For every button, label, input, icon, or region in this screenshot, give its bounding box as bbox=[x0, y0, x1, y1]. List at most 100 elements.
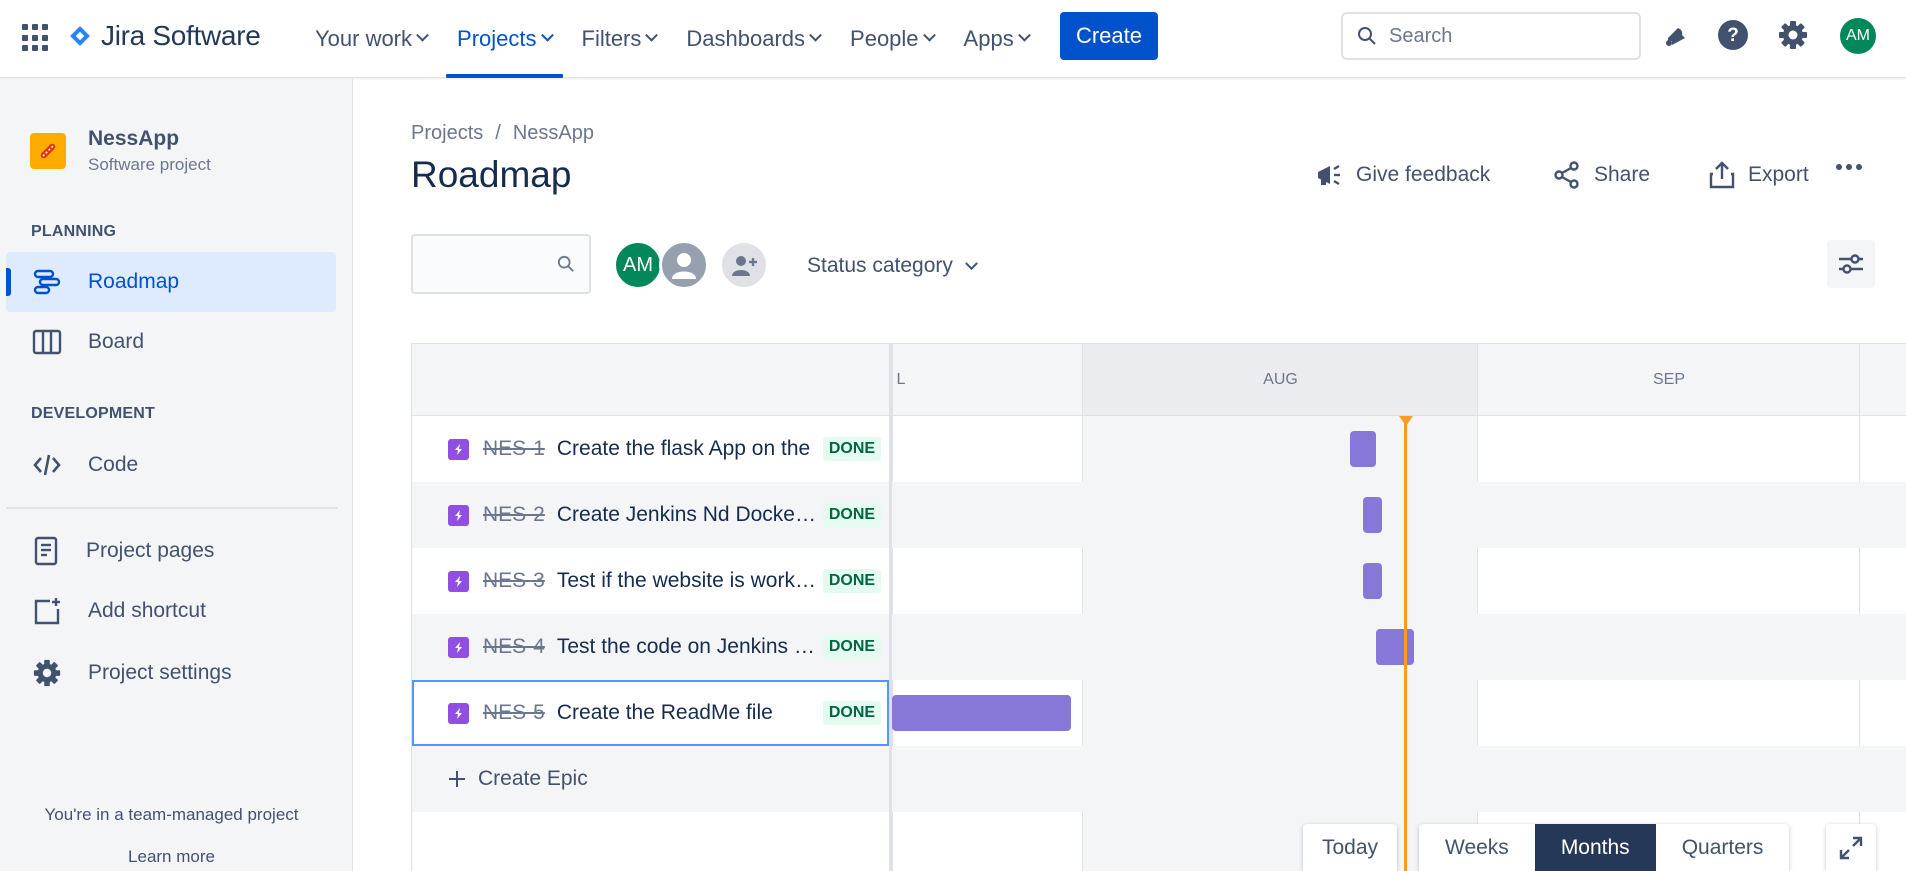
today-marker bbox=[1404, 416, 1407, 871]
epic-bar-nes-1[interactable] bbox=[1350, 431, 1376, 467]
epic-icon bbox=[448, 702, 469, 724]
create-epic-row: Create Epic bbox=[412, 746, 1906, 812]
sidebar-item-roadmap[interactable]: Roadmap bbox=[6, 252, 336, 312]
nav-apps[interactable]: Apps bbox=[949, 0, 1044, 78]
issue-summary: Test the code on Jenkins (CI) bbox=[556, 635, 819, 658]
project-header[interactable]: NessApp Software project bbox=[30, 127, 211, 175]
more-actions-icon[interactable] bbox=[1836, 164, 1862, 170]
zoom-segmented-control: Weeks Months Quarters bbox=[1419, 824, 1790, 871]
roadmap-icon bbox=[33, 269, 61, 295]
nav-label: People bbox=[850, 26, 919, 51]
nav-filters[interactable]: Filters bbox=[567, 0, 672, 78]
zoom-quarters-button[interactable]: Quarters bbox=[1656, 824, 1790, 871]
share-button[interactable]: Share bbox=[1552, 160, 1650, 190]
view-settings-icon[interactable] bbox=[1827, 240, 1875, 288]
status-category-filter[interactable]: Status category bbox=[807, 254, 978, 278]
avatar-filter-am[interactable]: AM bbox=[613, 240, 663, 290]
sidebar-item-board[interactable]: Board bbox=[6, 312, 336, 372]
month-label: SEP bbox=[1478, 344, 1860, 416]
chevron-down-icon bbox=[922, 28, 936, 42]
sidebar-item-code[interactable]: Code bbox=[6, 435, 336, 495]
today-marker-head bbox=[1399, 416, 1413, 426]
add-people-icon[interactable] bbox=[719, 240, 769, 290]
create-button[interactable]: Create bbox=[1060, 12, 1158, 60]
give-feedback-button[interactable]: Give feedback bbox=[1314, 160, 1490, 190]
search-icon bbox=[1358, 27, 1376, 45]
status-badge: DONE bbox=[822, 569, 882, 593]
sidebar-item-label: Board bbox=[88, 330, 145, 353]
user-avatar[interactable]: AM bbox=[1840, 18, 1876, 54]
app-switcher-icon[interactable] bbox=[22, 24, 50, 52]
fullscreen-button[interactable] bbox=[1826, 824, 1876, 871]
share-label: Share bbox=[1594, 163, 1651, 186]
sidebar-item-project-settings[interactable]: Project settings bbox=[6, 643, 336, 703]
today-button[interactable]: Today bbox=[1303, 824, 1397, 871]
expand-icon bbox=[1839, 836, 1863, 859]
epic-bar-nes-4[interactable] bbox=[1376, 629, 1414, 665]
nav-dashboards[interactable]: Dashboards bbox=[671, 0, 835, 78]
epic-row-nes-2[interactable]: NES-2 Create Jenkins Nd Docker file DONE bbox=[412, 482, 889, 548]
breadcrumb-projects[interactable]: Projects bbox=[411, 122, 483, 145]
unassigned-avatar-icon[interactable] bbox=[659, 240, 709, 290]
project-sidebar: NessApp Software project PLANNING Roadma… bbox=[0, 79, 353, 871]
status-category-label: Status category bbox=[807, 254, 953, 277]
epic-row-nes-4[interactable]: NES-4 Test the code on Jenkins (CI) DONE bbox=[412, 614, 889, 680]
issue-summary: Create Jenkins Nd Docker file bbox=[556, 503, 819, 526]
epic-bar-nes-3[interactable] bbox=[1363, 563, 1382, 599]
status-badge: DONE bbox=[822, 635, 882, 659]
nav-label: Dashboards bbox=[686, 26, 806, 51]
table-row: NES-2 Create Jenkins Nd Docker file DONE bbox=[412, 482, 1906, 548]
sidebar-item-project-pages[interactable]: Project pages bbox=[6, 521, 336, 581]
nav-your-work[interactable]: Your work bbox=[300, 0, 442, 78]
jira-logo[interactable]: Jira Software bbox=[67, 20, 261, 52]
table-row: NES-3 Test if the website is working DON… bbox=[412, 548, 1906, 614]
learn-more-link[interactable]: Learn more bbox=[0, 847, 343, 867]
status-badge: DONE bbox=[822, 701, 882, 725]
breadcrumb-nessapp[interactable]: NessApp bbox=[513, 122, 594, 145]
status-badge: DONE bbox=[822, 437, 882, 461]
settings-gear-icon[interactable] bbox=[1776, 18, 1810, 52]
megaphone-icon bbox=[1318, 164, 1340, 186]
issue-summary: Create the flask App on the bbox=[556, 437, 811, 460]
issue-key: NES-2 bbox=[483, 503, 545, 526]
table-row: NES-1 Create the flask App on the DONE bbox=[412, 416, 1906, 482]
issue-summary: Test if the website is working bbox=[556, 569, 819, 592]
development-section-title: DEVELOPMENT bbox=[31, 405, 155, 422]
global-search-input[interactable]: Search bbox=[1341, 12, 1641, 60]
issue-key: NES-3 bbox=[483, 569, 545, 592]
epic-bar-nes-5[interactable] bbox=[892, 695, 1071, 731]
epic-row-nes-3[interactable]: NES-3 Test if the website is working DON… bbox=[412, 548, 889, 614]
help-icon[interactable]: ? bbox=[1716, 18, 1750, 52]
project-avatar-icon bbox=[30, 133, 66, 169]
zoom-weeks-button[interactable]: Weeks bbox=[1419, 824, 1535, 871]
export-button[interactable]: Export bbox=[1708, 160, 1809, 190]
issue-key: NES-4 bbox=[483, 635, 545, 658]
epic-icon bbox=[448, 438, 469, 460]
gear-icon bbox=[33, 659, 61, 687]
epic-row-nes-1[interactable]: NES-1 Create the flask App on the DONE bbox=[412, 416, 889, 482]
chevron-down-icon bbox=[416, 28, 429, 42]
pages-icon bbox=[34, 536, 58, 566]
top-navigation: Jira Software Your work Projects Filters… bbox=[0, 0, 1906, 78]
sidebar-item-add-shortcut[interactable]: Add shortcut bbox=[6, 581, 336, 641]
notifications-icon[interactable] bbox=[1658, 18, 1692, 52]
epic-bar-nes-2[interactable] bbox=[1363, 497, 1382, 533]
planning-section-title: PLANNING bbox=[31, 223, 117, 240]
roadmap-search-input[interactable] bbox=[411, 234, 591, 294]
epic-row-nes-5[interactable]: NES-5 Create the ReadMe file DONE bbox=[412, 680, 889, 746]
nav-projects[interactable]: Projects bbox=[442, 0, 566, 78]
search-icon bbox=[557, 255, 574, 272]
nav-label: Filters bbox=[581, 26, 642, 51]
nav-people[interactable]: People bbox=[835, 0, 949, 78]
create-epic-label: Create Epic bbox=[478, 767, 588, 790]
month-label: AUG bbox=[1083, 344, 1478, 416]
zoom-months-button[interactable]: Months bbox=[1534, 824, 1656, 871]
sidebar-item-label: Add shortcut bbox=[88, 599, 206, 622]
timeline-splitter[interactable] bbox=[889, 344, 892, 871]
create-epic-button[interactable]: Create Epic bbox=[448, 746, 588, 812]
table-row: NES-4 Test the code on Jenkins (CI) DONE bbox=[412, 614, 1906, 680]
sidebar-item-label: Project pages bbox=[86, 539, 215, 562]
nav-label: Apps bbox=[963, 26, 1014, 51]
share-icon bbox=[1554, 161, 1579, 189]
month-label-empty bbox=[1860, 344, 1906, 416]
